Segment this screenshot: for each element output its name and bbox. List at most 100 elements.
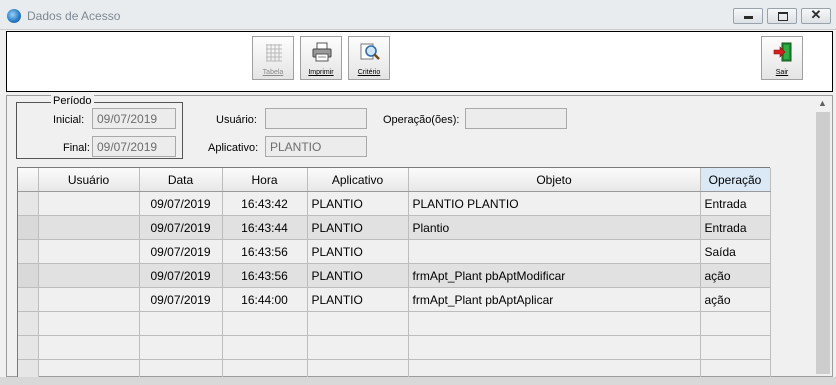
inicial-label: Inicial: [53, 114, 85, 126]
cell-hora: 16:43:44 [222, 215, 308, 240]
maximize-icon [778, 12, 788, 21]
cell-aplicativo: PLANTIO [307, 263, 409, 288]
cell-objeto: Plantio [408, 215, 701, 240]
row-selector[interactable] [18, 239, 39, 264]
column-header-objeto[interactable]: Objeto [408, 168, 701, 192]
cell-objeto [408, 239, 701, 264]
cell-hora [222, 311, 308, 336]
minimize-button[interactable] [733, 8, 763, 24]
app-globe-icon [7, 9, 21, 23]
cell-operacao: Entrada [700, 215, 771, 240]
column-header-aplicativo[interactable]: Aplicativo [307, 168, 409, 192]
exit-door-icon [773, 42, 792, 62]
imprimir-label: Imprimir [308, 69, 334, 76]
table-row[interactable]: 09/07/2019 16:43:56 PLANTIO frmApt_Plant pb… [18, 263, 771, 288]
row-selector[interactable] [18, 287, 39, 312]
printer-icon [312, 42, 332, 62]
cell-usuario [38, 215, 140, 240]
tabela-label: Tabela [262, 69, 284, 76]
cell-data: 09/07/2019 [139, 263, 223, 288]
cell-data: 09/07/2019 [139, 239, 223, 264]
cell-operacao: ação [700, 287, 771, 312]
row-selector-header[interactable] [18, 168, 39, 192]
magnifier-icon [360, 43, 380, 60]
imprimir-button[interactable]: Imprimir [300, 36, 342, 80]
cell-aplicativo [307, 335, 409, 360]
toolbar: Tabela Imprimir Critério Sair [6, 31, 833, 92]
cell-operacao [700, 335, 771, 360]
close-button[interactable]: ✕ [801, 7, 831, 24]
operacoes-field[interactable] [465, 108, 567, 129]
aplicativo-label: Aplicativo: [208, 142, 259, 154]
inicial-date-field[interactable]: 09/07/2019 [92, 108, 176, 129]
cell-usuario [38, 335, 140, 360]
aplicativo-field[interactable]: PLANTIO [265, 136, 367, 157]
cell-data [139, 311, 223, 336]
cell-hora: 16:43:42 [222, 191, 308, 216]
cell-usuario [38, 287, 140, 312]
sair-label: Sair [775, 69, 789, 76]
cell-data: 09/07/2019 [139, 215, 223, 240]
cell-data [139, 335, 223, 360]
final-label: Final: [63, 142, 90, 154]
scrollbar-thumb[interactable] [816, 112, 830, 374]
title-bar: Dados de Acesso ✕ [0, 0, 836, 30]
cell-aplicativo: PLANTIO [307, 239, 409, 264]
window-bottom-edge [0, 377, 836, 385]
cell-objeto: PLANTIO PLANTIO [408, 191, 701, 216]
cell-hora [222, 335, 308, 360]
cell-data: 09/07/2019 [139, 191, 223, 216]
sair-button[interactable]: Sair [761, 36, 803, 80]
operacoes-label: Operação(ões): [383, 114, 460, 126]
cell-objeto [408, 311, 701, 336]
final-date-field[interactable]: 09/07/2019 [92, 136, 176, 157]
cell-operacao: Entrada [700, 191, 771, 216]
table-row[interactable]: 09/07/2019 16:43:56 PLANTIO Saída [18, 239, 771, 264]
cell-aplicativo [307, 311, 409, 336]
cell-usuario [38, 263, 140, 288]
cell-hora: 16:43:56 [222, 239, 308, 264]
cell-objeto: frmApt_Plant pbAptModificar [408, 263, 701, 288]
table-row[interactable] [18, 335, 771, 360]
cell-usuario [38, 239, 140, 264]
cell-operacao [700, 311, 771, 336]
criterio-button[interactable]: Critério [348, 36, 390, 80]
window-title: Dados de Acesso [27, 9, 121, 23]
vertical-scrollbar[interactable]: ▲ [815, 97, 831, 376]
cell-usuario [38, 311, 140, 336]
close-icon: ✕ [810, 7, 822, 22]
cell-aplicativo: PLANTIO [307, 287, 409, 312]
maximize-button[interactable] [767, 8, 797, 24]
column-header-operacao[interactable]: Operação [700, 168, 771, 192]
usuario-field[interactable] [265, 108, 367, 129]
column-header-hora[interactable]: Hora [222, 168, 308, 192]
row-selector[interactable] [18, 311, 39, 336]
table-row[interactable] [18, 311, 771, 336]
column-header-data[interactable]: Data [139, 168, 223, 192]
cell-hora: 16:43:56 [222, 263, 308, 288]
tabela-button[interactable]: Tabela [252, 36, 294, 80]
cell-operacao: Saída [700, 239, 771, 264]
row-selector[interactable] [18, 335, 39, 360]
main-panel: Período Inicial: 09/07/2019 Final: 09/07… [6, 95, 833, 384]
cell-objeto: frmApt_Plant pbAptAplicar [408, 287, 701, 312]
grid-table-icon [266, 44, 282, 62]
column-header-usuario[interactable]: Usuário [38, 168, 140, 192]
cell-operacao: ação [700, 263, 771, 288]
cell-aplicativo: PLANTIO [307, 191, 409, 216]
table-row[interactable]: 09/07/2019 16:43:44 PLANTIO Plantio Entrada [18, 215, 771, 240]
row-selector[interactable] [18, 263, 39, 288]
row-selector[interactable] [18, 215, 39, 240]
cell-objeto [408, 335, 701, 360]
table-row[interactable]: 09/07/2019 16:43:42 PLANTIO PLANTIO PLANTIO… [18, 191, 771, 216]
cell-usuario [38, 191, 140, 216]
cell-aplicativo: PLANTIO [307, 215, 409, 240]
chevron-up-icon[interactable]: ▲ [818, 98, 827, 108]
table-row[interactable]: 09/07/2019 16:44:00 PLANTIO frmApt_Plant pb… [18, 287, 771, 312]
table-header-row: Usuário Data Hora Aplicativo Objeto Oper… [18, 168, 771, 192]
criterio-label: Critério [357, 69, 381, 76]
cell-hora: 16:44:00 [222, 287, 308, 312]
minimize-icon [744, 16, 753, 19]
row-selector[interactable] [18, 191, 39, 216]
cell-data: 09/07/2019 [139, 287, 223, 312]
